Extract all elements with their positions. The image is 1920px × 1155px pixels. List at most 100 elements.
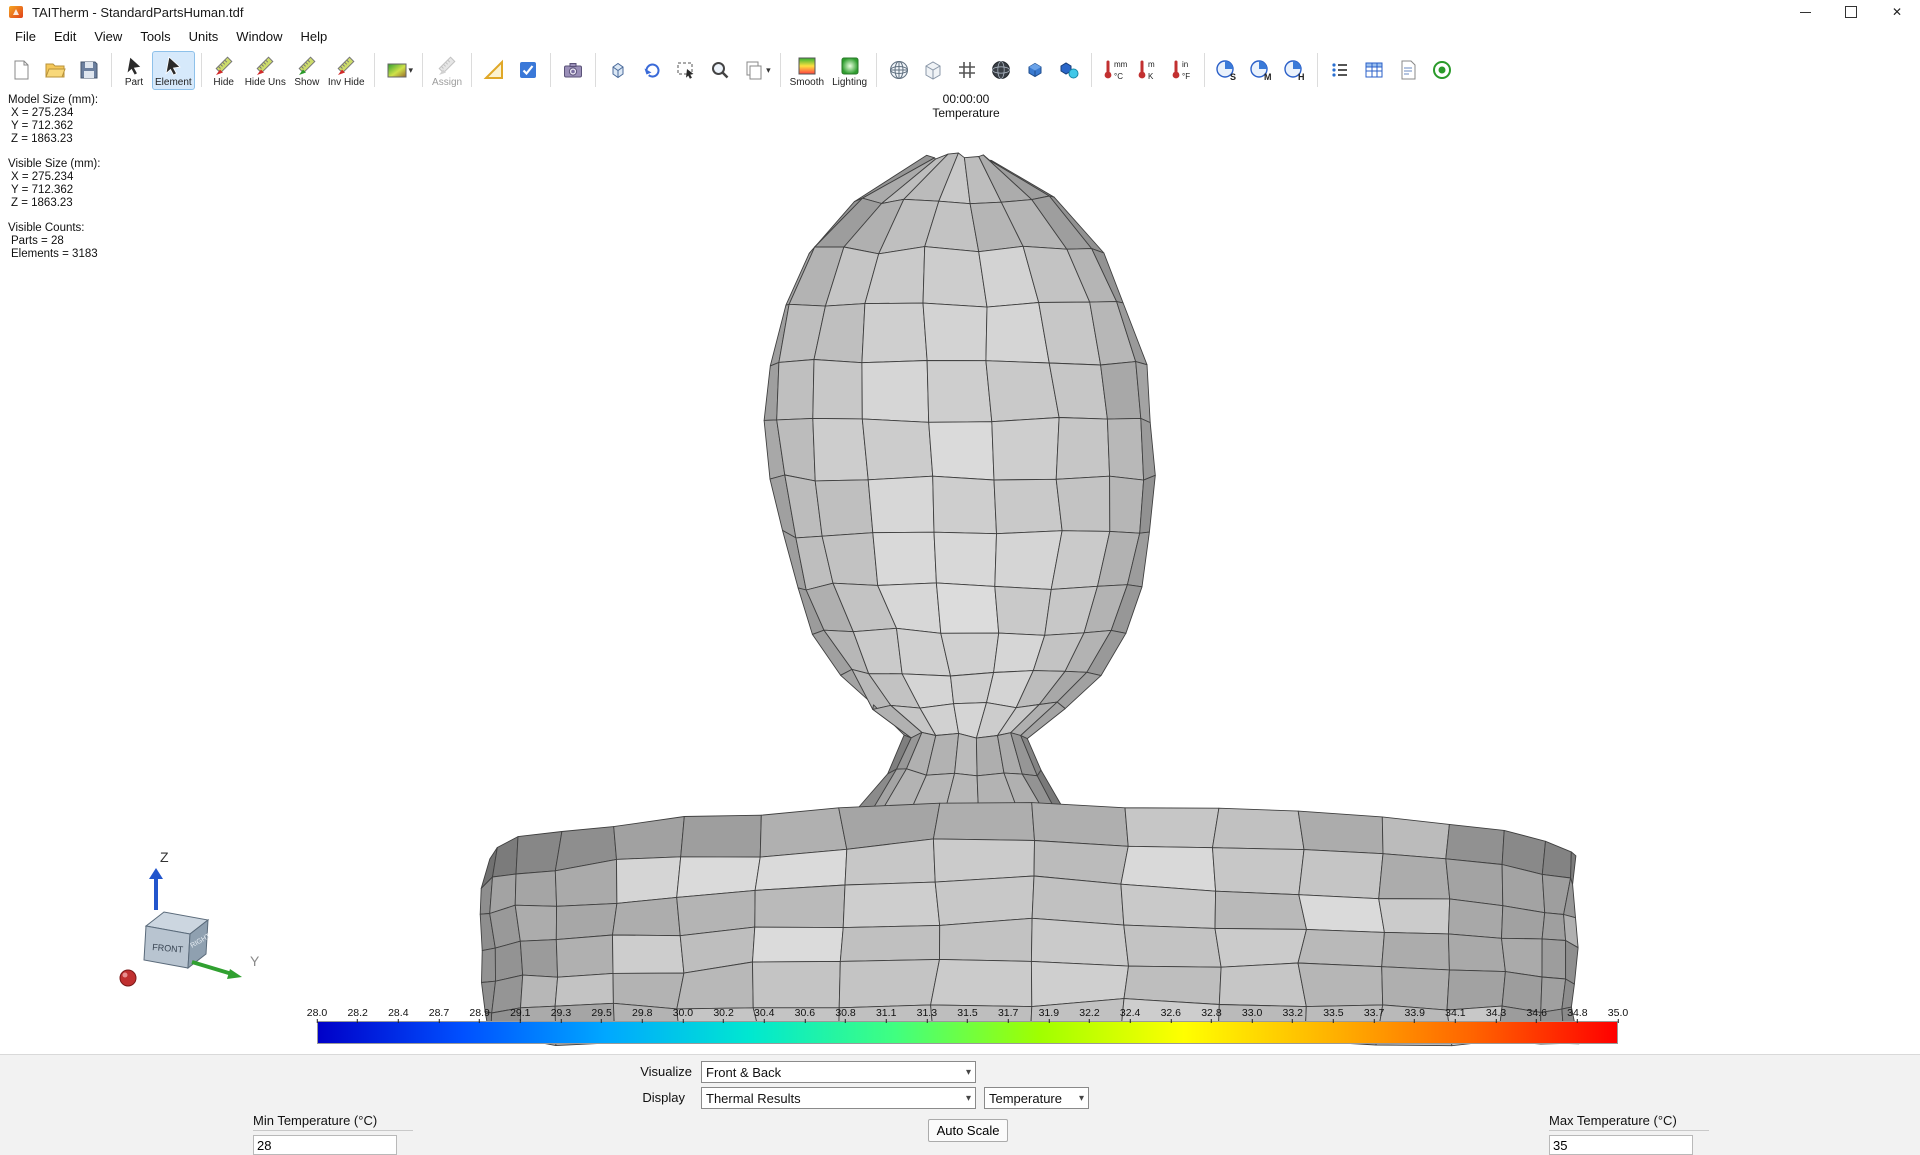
axis-z-label: Z [160,849,169,865]
colorbar-tick: 34.1 [1445,1007,1465,1023]
invert-hide-button[interactable]: Inv Hide [325,51,368,90]
time-minutes-button[interactable]: M [1245,55,1277,85]
time-seconds-button[interactable]: S [1211,55,1243,85]
viewport-3d[interactable]: Model Size (mm):X = 275.234Y = 712.362Z … [0,92,1920,1054]
toolbar-separator [471,53,472,87]
color-swatch-button[interactable]: ▾ [381,55,417,85]
open-file-button[interactable] [39,55,71,85]
select-region-button[interactable] [670,55,702,85]
visualize-select[interactable]: Front & Back ▾ [701,1061,976,1083]
close-button[interactable]: ✕ [1874,0,1920,24]
svg-text:K: K [1148,72,1154,81]
minimize-button[interactable] [1782,0,1828,24]
toolbar-separator [1317,53,1318,87]
colorbar-tick: 28.7 [429,1007,449,1023]
view-cube-button[interactable] [602,55,634,85]
show-button[interactable]: Show [291,51,323,90]
colorbar-tick-mark [1414,1019,1415,1023]
menu-edit[interactable]: Edit [45,27,85,46]
colorbar-tick-mark [1455,1019,1456,1023]
menu-window[interactable]: Window [227,27,291,46]
report-view-button[interactable] [1392,55,1424,85]
table-view-button[interactable] [1358,55,1390,85]
assign-button[interactable]: Assign [429,51,465,90]
hide-label: Hide [213,78,234,88]
menu-units[interactable]: Units [180,27,228,46]
info-block: Visible Counts:Parts = 28Elements = 3183 [8,222,100,261]
orientation-cube[interactable]: Z FRONT RIGHT Y [112,844,327,1009]
shaded-shapes-button[interactable] [1053,55,1085,85]
set-square-button[interactable] [478,55,510,85]
screenshot-button[interactable] [557,55,589,85]
time-hours-button[interactable]: H [1279,55,1311,85]
colorbar-tick: 31.9 [1039,1007,1059,1023]
info-line: X = 275.234 [8,107,100,120]
colorbar-tick: 31.3 [917,1007,937,1023]
grid-toggle-button[interactable] [951,55,983,85]
app-icon [8,4,26,20]
sphere-mesh-button[interactable] [985,55,1017,85]
units-in-f-button[interactable]: in°F [1166,55,1198,85]
menu-help[interactable]: Help [292,27,337,46]
apply-check-button[interactable] [512,55,544,85]
copy-view-button[interactable]: ▾ [738,55,774,85]
menu-view[interactable]: View [85,27,131,46]
cursor-icon [160,53,186,79]
info-line: Y = 712.362 [8,120,100,133]
zoom-icon [707,57,733,83]
info-line: Y = 712.362 [8,184,100,197]
colorbar-tick-label: 33.7 [1364,1007,1384,1019]
solid-cube-button[interactable] [1019,55,1051,85]
hide-unselected-button[interactable]: Hide Uns [242,51,289,90]
menu-file[interactable]: File [6,27,45,46]
colorbar-tick-mark [1292,1019,1293,1023]
colorbar-tick-label: 31.9 [1039,1007,1059,1019]
colorbar-tick-label: 33.9 [1405,1007,1425,1019]
colorbar-tick-label: 29.1 [510,1007,530,1019]
display-label: Display [642,1090,685,1105]
list-view-button[interactable] [1324,55,1356,85]
save-file-button[interactable] [73,55,105,85]
new-file-button[interactable] [5,55,37,85]
record-toggle-button[interactable] [1426,55,1458,85]
part-mode-button[interactable]: Part [118,51,150,90]
hide-button[interactable]: Hide [208,51,240,90]
wire-box-button[interactable] [917,55,949,85]
min-temperature-input[interactable] [253,1135,397,1155]
maximize-button[interactable] [1828,0,1874,24]
checkbox-icon [515,57,541,83]
colorbar-tick: 34.3 [1486,1007,1506,1023]
colorbar-tick-mark [1536,1019,1537,1023]
zoom-tool-button[interactable] [704,55,736,85]
toolbar-separator [422,53,423,87]
menu-tools[interactable]: Tools [131,27,179,46]
smooth-shading-button[interactable]: Smooth [787,51,827,90]
toolbar-separator [876,53,877,87]
swatch-icon [384,57,410,83]
colorbar-tick: 33.0 [1242,1007,1262,1023]
toolbar-separator [1091,53,1092,87]
colorbar-tick-label: 34.1 [1445,1007,1465,1019]
colorbar-tick-label: 28.9 [469,1007,489,1019]
colorbar-tick-label: 30.8 [835,1007,855,1019]
info-block-title: Model Size (mm): [8,94,100,107]
info-block-title: Visible Counts: [8,222,100,235]
lighting-button[interactable]: Lighting [829,51,870,90]
tape-gray-icon [434,53,460,79]
max-temperature-input[interactable] [1549,1135,1693,1155]
element-mode-button[interactable]: Element [152,51,195,90]
colorbar-tick-mark [1170,1019,1171,1023]
rotate-view-button[interactable] [636,55,668,85]
y-axis-arrowhead [227,969,242,979]
min-temperature-group: Min Temperature (°C) [253,1113,413,1155]
auto-scale-button[interactable]: Auto Scale [928,1119,1008,1142]
units-m-k-button[interactable]: mK [1132,55,1164,85]
control-panel: Visualize Front & Back ▾ Display Thermal… [0,1054,1920,1155]
display-select[interactable]: Thermal Results ▾ [701,1087,976,1109]
colorbar-tick-label: 28.7 [429,1007,449,1019]
globe-view-button[interactable] [883,55,915,85]
colorbar-tick: 35.0 [1608,1007,1628,1023]
units-mm-c-button[interactable]: mm°C [1098,55,1130,85]
display-scalar-select[interactable]: Temperature ▾ [984,1087,1089,1109]
colorbar-tick-label: 32.8 [1201,1007,1221,1019]
